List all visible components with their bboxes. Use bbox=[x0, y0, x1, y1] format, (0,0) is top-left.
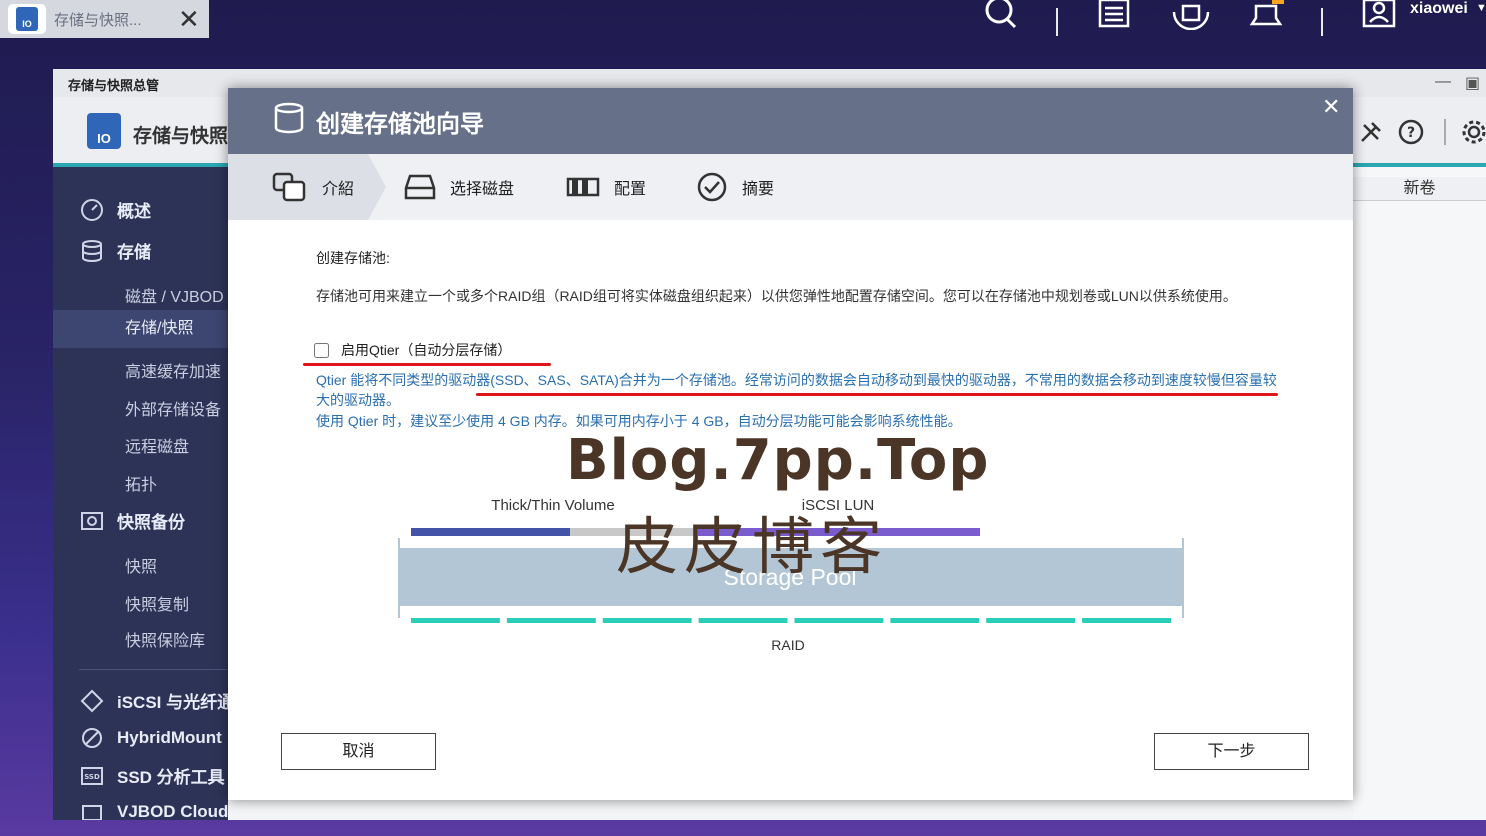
watermark-blog-name: 皮皮博客 bbox=[616, 510, 889, 583]
sidebar-item-remote-disk[interactable]: 远程磁盘 bbox=[125, 433, 189, 457]
watermark-url: Blog.7pp.Top bbox=[566, 428, 990, 493]
maximize-icon[interactable]: ▣ bbox=[1465, 73, 1480, 93]
vjbod-cloud-icon bbox=[79, 800, 105, 820]
sidebar-item-snapshot-replica[interactable]: 快照复制 bbox=[125, 591, 189, 615]
storage-pool-icon bbox=[274, 102, 304, 134]
raid-label: RAID bbox=[771, 637, 804, 653]
taskbar: IO 存储与快照... ✕ xiaowei ▼ bbox=[0, 0, 1486, 46]
config-icon bbox=[566, 176, 600, 198]
sidebar-section-ssd-tool[interactable]: SSD SSD 分析工具 bbox=[79, 763, 225, 788]
database-icon bbox=[79, 239, 105, 263]
taskbar-tab-label: 存储与快照... bbox=[54, 11, 142, 29]
user-icon[interactable] bbox=[1362, 0, 1398, 30]
dashboard-icon bbox=[79, 198, 105, 222]
tools-icon[interactable] bbox=[1358, 119, 1384, 145]
sidebar-item-external[interactable]: 外部存储设备 bbox=[125, 396, 221, 420]
sidebar-section-hybridmount[interactable]: HybridMount bbox=[79, 726, 222, 750]
qtier-note: Qtier 能将不同类型的驱动器(SSD、SAS、SATA)合并为一个存储池。经… bbox=[316, 372, 1277, 408]
raid-segment bbox=[698, 618, 788, 623]
hybridmount-icon bbox=[79, 726, 105, 750]
qtier-checkbox[interactable] bbox=[314, 342, 329, 358]
cancel-button[interactable]: 取消 bbox=[281, 733, 436, 770]
step-intro: 介紹 bbox=[272, 154, 354, 220]
close-icon[interactable]: ✕ bbox=[178, 6, 200, 32]
qtier-option[interactable]: 启用Qtier（自动分层存储） bbox=[314, 340, 511, 360]
step-configure: 配置 bbox=[566, 154, 646, 220]
sidebar-section-iscsi[interactable]: iSCSI 与光纤通道 bbox=[79, 688, 228, 713]
task-list-icon[interactable] bbox=[1096, 0, 1134, 30]
raid-segment bbox=[890, 618, 980, 623]
sidebar: 概述 存储 磁盘 / VJBOD 存储/快照 高速缓存加速 外部存储设备 远程磁… bbox=[53, 167, 228, 820]
qtier-label[interactable]: 启用Qtier（自动分层存储） bbox=[341, 340, 511, 360]
red-underline-annotation bbox=[303, 363, 551, 366]
step-summary: 摘要 bbox=[696, 154, 774, 220]
raid-segment bbox=[411, 618, 500, 623]
raid-segments bbox=[411, 618, 1171, 623]
volume-used-bar bbox=[411, 528, 570, 536]
header-separator bbox=[1444, 119, 1446, 145]
lock-icon[interactable] bbox=[1170, 0, 1212, 30]
red-underline-annotation bbox=[476, 393, 1278, 396]
taskbar-separator bbox=[1056, 8, 1058, 36]
wizard-steps: 介紹 选择磁盘 配置 摘要 bbox=[228, 154, 1353, 220]
section-heading: 创建存储池: bbox=[316, 250, 390, 266]
sidebar-item-cache[interactable]: 高速缓存加速 bbox=[125, 358, 221, 382]
sidebar-section-storage[interactable]: 存储 bbox=[79, 238, 151, 263]
ssd-icon: SSD bbox=[79, 764, 105, 788]
svg-text:SSD: SSD bbox=[84, 773, 100, 781]
iscsi-icon bbox=[79, 689, 105, 713]
raid-segment bbox=[986, 618, 1076, 623]
storage-app-icon: IO bbox=[8, 4, 46, 34]
snapshot-icon bbox=[79, 509, 105, 533]
app-title: 存储与快照 bbox=[133, 126, 229, 147]
svg-text:?: ? bbox=[1407, 125, 1415, 141]
sidebar-item-snapshot-vault[interactable]: 快照保险库 bbox=[125, 627, 205, 651]
sidebar-divider bbox=[79, 669, 228, 670]
sidebar-item-disks[interactable]: 磁盘 / VJBOD bbox=[125, 283, 224, 307]
thick-thin-volume-label: Thick/Thin Volume bbox=[491, 497, 614, 514]
summary-check-icon bbox=[696, 171, 728, 203]
sidebar-item-snapshot[interactable]: 快照 bbox=[125, 553, 157, 577]
bell-icon[interactable] bbox=[1246, 0, 1286, 30]
sidebar-item-storage-snapshots[interactable]: 存储/快照 bbox=[53, 310, 228, 348]
sidebar-section-overview[interactable]: 概述 bbox=[79, 197, 151, 222]
raid-segment bbox=[506, 618, 596, 623]
sidebar-item-topology[interactable]: 拓扑 bbox=[125, 471, 157, 495]
taskbar-app-tab[interactable]: IO 存储与快照... ✕ bbox=[0, 0, 209, 38]
column-header-new-volume[interactable]: 新卷 bbox=[1353, 177, 1486, 201]
chevron-down-icon[interactable]: ▼ bbox=[1476, 2, 1486, 14]
close-icon[interactable]: ✕ bbox=[1322, 94, 1340, 120]
wizard-header: 创建存储池向导 ✕ bbox=[228, 88, 1353, 154]
intro-icon bbox=[272, 172, 308, 202]
wizard-title: 创建存储池向导 bbox=[316, 111, 484, 138]
raid-segment bbox=[794, 618, 884, 623]
sidebar-section-vjbod-cloud[interactable]: VJBOD Cloud bbox=[79, 800, 228, 820]
pool-description: 存储池可用来建立一个或多个RAID组（RAID组可将实体磁盘组织起来）以供您弹性… bbox=[316, 288, 1237, 304]
raid-segment bbox=[602, 618, 692, 623]
disk-select-icon bbox=[404, 174, 436, 200]
storage-app-logo-icon: IO bbox=[87, 113, 121, 149]
next-button[interactable]: 下一步 bbox=[1154, 733, 1309, 770]
search-icon[interactable] bbox=[982, 0, 1020, 30]
help-icon[interactable]: ? bbox=[1398, 119, 1424, 145]
taskbar-separator bbox=[1321, 8, 1323, 36]
user-name[interactable]: xiaowei bbox=[1410, 0, 1468, 18]
raid-segment bbox=[1082, 618, 1171, 623]
step-select-disks: 选择磁盘 bbox=[404, 154, 514, 220]
gear-icon[interactable] bbox=[1461, 119, 1486, 145]
sidebar-section-snapshot-backup[interactable]: 快照备份 bbox=[79, 508, 185, 533]
volume-list-pane: 新卷 bbox=[1353, 167, 1486, 820]
minimize-icon[interactable]: — bbox=[1435, 73, 1451, 91]
